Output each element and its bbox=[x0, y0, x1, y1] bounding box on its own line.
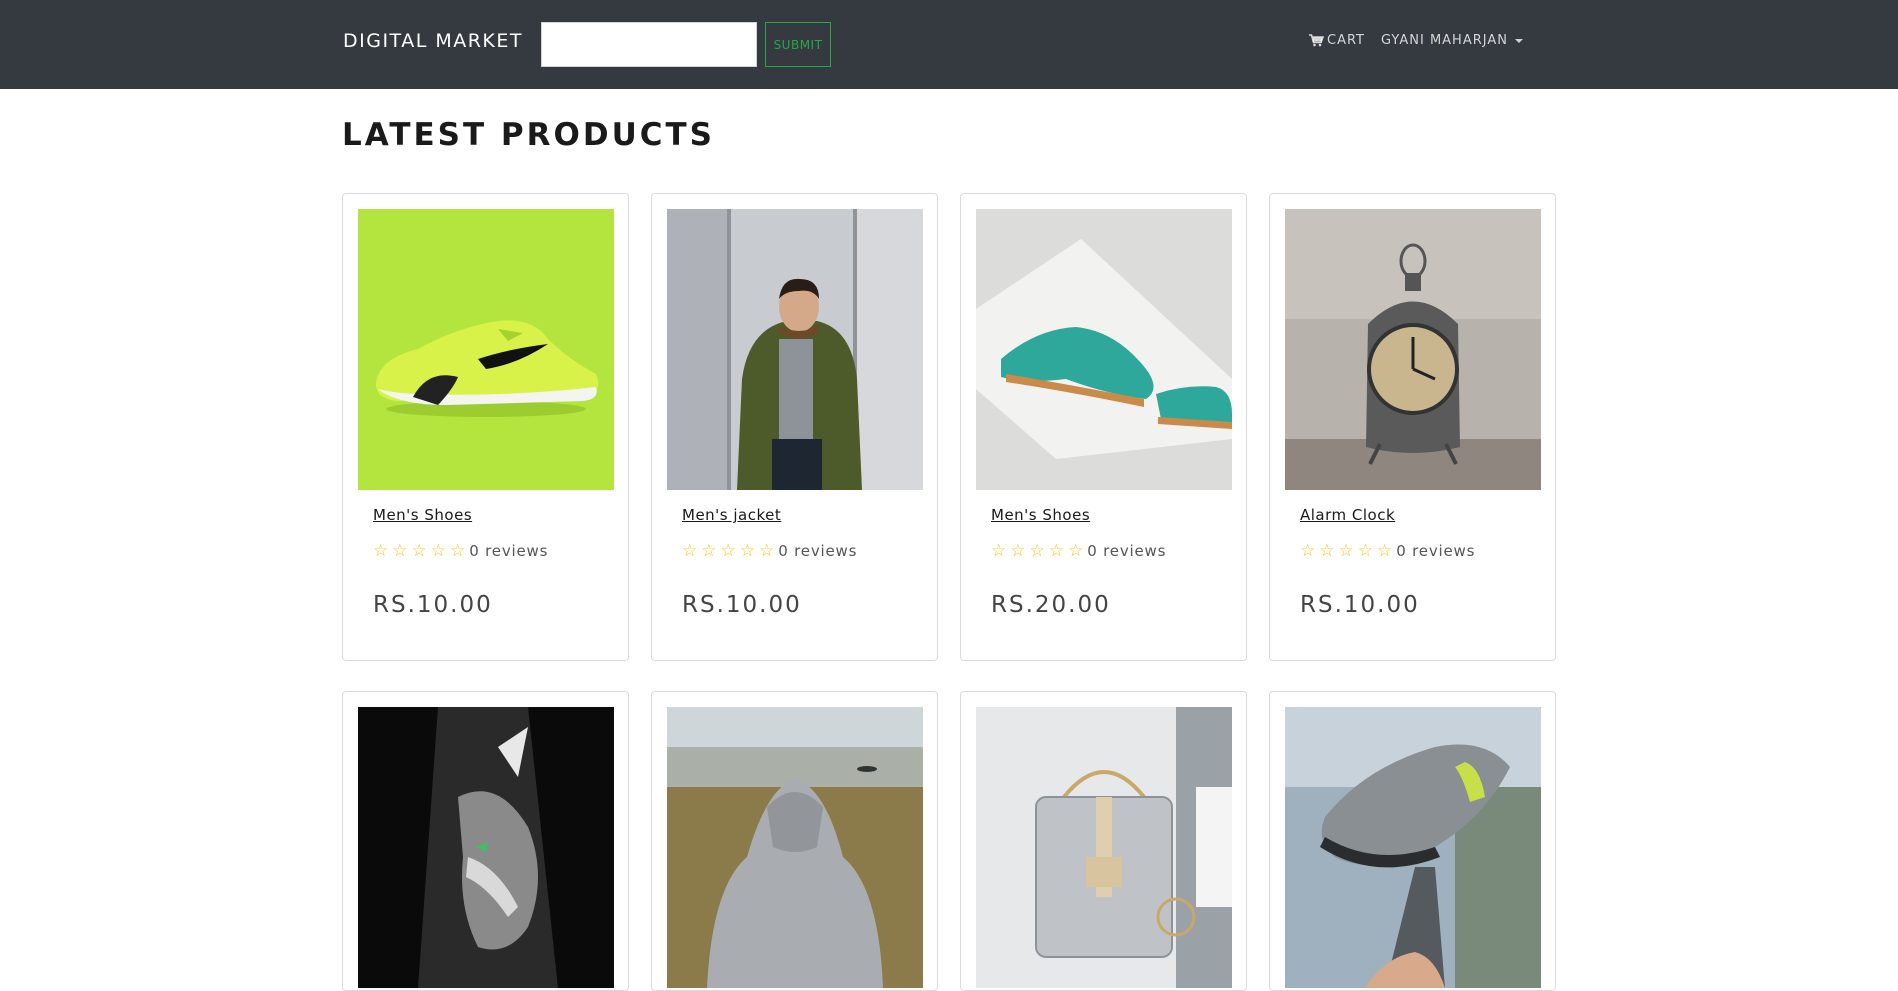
star-outline-icon: ☆ bbox=[392, 540, 408, 561]
star-outline-icon: ☆ bbox=[430, 540, 446, 561]
cart-link[interactable]: CART bbox=[1309, 33, 1365, 48]
review-count: 0 reviews bbox=[778, 542, 858, 560]
product-image-teal-oxford-shoes[interactable] bbox=[976, 209, 1232, 490]
product-rating: ☆ ☆ ☆ ☆ ☆ 0 reviews bbox=[1300, 542, 1475, 560]
product-image-alarm-clock[interactable] bbox=[1285, 209, 1541, 490]
user-name: GYANI MAHARJAN bbox=[1381, 33, 1508, 48]
product-price: RS.10.00 bbox=[1300, 592, 1420, 618]
star-outline-icon: ☆ bbox=[1319, 540, 1335, 561]
review-count: 0 reviews bbox=[1396, 542, 1476, 560]
star-outline-icon: ☆ bbox=[1357, 540, 1373, 561]
star-outline-icon: ☆ bbox=[739, 540, 755, 561]
star-outline-icon: ☆ bbox=[701, 540, 717, 561]
navbar: DIGITAL MARKET SUBMIT CART GYANI MAHARJA… bbox=[0, 0, 1898, 89]
star-outline-icon: ☆ bbox=[682, 540, 698, 561]
product-image-dark-sneaker[interactable] bbox=[358, 707, 614, 988]
product-price: RS.10.00 bbox=[373, 592, 493, 618]
nav-right: CART GYANI MAHARJAN bbox=[1309, 33, 1523, 48]
star-outline-icon: ☆ bbox=[1029, 540, 1045, 561]
star-outline-icon: ☆ bbox=[1048, 540, 1064, 561]
cart-label: CART bbox=[1327, 33, 1365, 48]
star-outline-icon: ☆ bbox=[759, 540, 775, 561]
star-outline-icon: ☆ bbox=[1010, 540, 1026, 561]
star-outline-icon: ☆ bbox=[1338, 540, 1354, 561]
product-price: RS.10.00 bbox=[682, 592, 802, 618]
product-card: Men's jacket ☆ ☆ ☆ ☆ ☆ 0 reviews RS.10.0… bbox=[651, 193, 938, 661]
review-count: 0 reviews bbox=[1087, 542, 1167, 560]
product-rating: ☆ ☆ ☆ ☆ ☆ 0 reviews bbox=[991, 542, 1166, 560]
review-count: 0 reviews bbox=[469, 542, 549, 560]
product-image-handbag[interactable] bbox=[976, 707, 1232, 988]
product-card: Men's Shoes ☆ ☆ ☆ ☆ ☆ 0 reviews RS.20.00 bbox=[960, 193, 1247, 661]
product-rating: ☆ ☆ ☆ ☆ ☆ 0 reviews bbox=[682, 542, 857, 560]
page-title: LATEST PRODUCTS bbox=[342, 117, 715, 153]
caret-down-icon bbox=[1514, 38, 1523, 43]
product-image-lime-sneaker[interactable] bbox=[358, 209, 614, 490]
product-card: Alarm Clock ☆ ☆ ☆ ☆ ☆ 0 reviews RS.10.00 bbox=[1269, 193, 1556, 661]
product-name-link[interactable]: Alarm Clock bbox=[1300, 506, 1395, 524]
product-card: Men's Shoes ☆ ☆ ☆ ☆ ☆ 0 reviews RS.10.00 bbox=[342, 193, 629, 661]
cart-icon bbox=[1309, 34, 1324, 47]
product-image-man-in-jacket[interactable] bbox=[667, 209, 923, 490]
star-outline-icon: ☆ bbox=[373, 540, 389, 561]
product-name-link[interactable]: Men's jacket bbox=[682, 506, 781, 524]
product-rating: ☆ ☆ ☆ ☆ ☆ 0 reviews bbox=[373, 542, 548, 560]
star-outline-icon: ☆ bbox=[411, 540, 427, 561]
product-card bbox=[342, 691, 629, 991]
user-dropdown[interactable]: GYANI MAHARJAN bbox=[1381, 33, 1523, 48]
star-outline-icon: ☆ bbox=[720, 540, 736, 561]
product-image-floating-sneaker[interactable] bbox=[1285, 707, 1541, 988]
star-outline-icon: ☆ bbox=[1377, 540, 1393, 561]
search-input[interactable] bbox=[541, 22, 757, 67]
product-card bbox=[651, 691, 938, 991]
product-name-link[interactable]: Men's Shoes bbox=[991, 506, 1090, 524]
star-outline-icon: ☆ bbox=[991, 540, 1007, 561]
submit-button[interactable]: SUBMIT bbox=[765, 22, 831, 67]
star-outline-icon: ☆ bbox=[1300, 540, 1316, 561]
product-name-link[interactable]: Men's Shoes bbox=[373, 506, 472, 524]
star-outline-icon: ☆ bbox=[1068, 540, 1084, 561]
star-outline-icon: ☆ bbox=[450, 540, 466, 561]
product-card bbox=[1269, 691, 1556, 991]
product-card bbox=[960, 691, 1247, 991]
product-price: RS.20.00 bbox=[991, 592, 1111, 618]
product-image-grey-hoodie[interactable] bbox=[667, 707, 923, 988]
brand-logo[interactable]: DIGITAL MARKET bbox=[343, 30, 523, 52]
